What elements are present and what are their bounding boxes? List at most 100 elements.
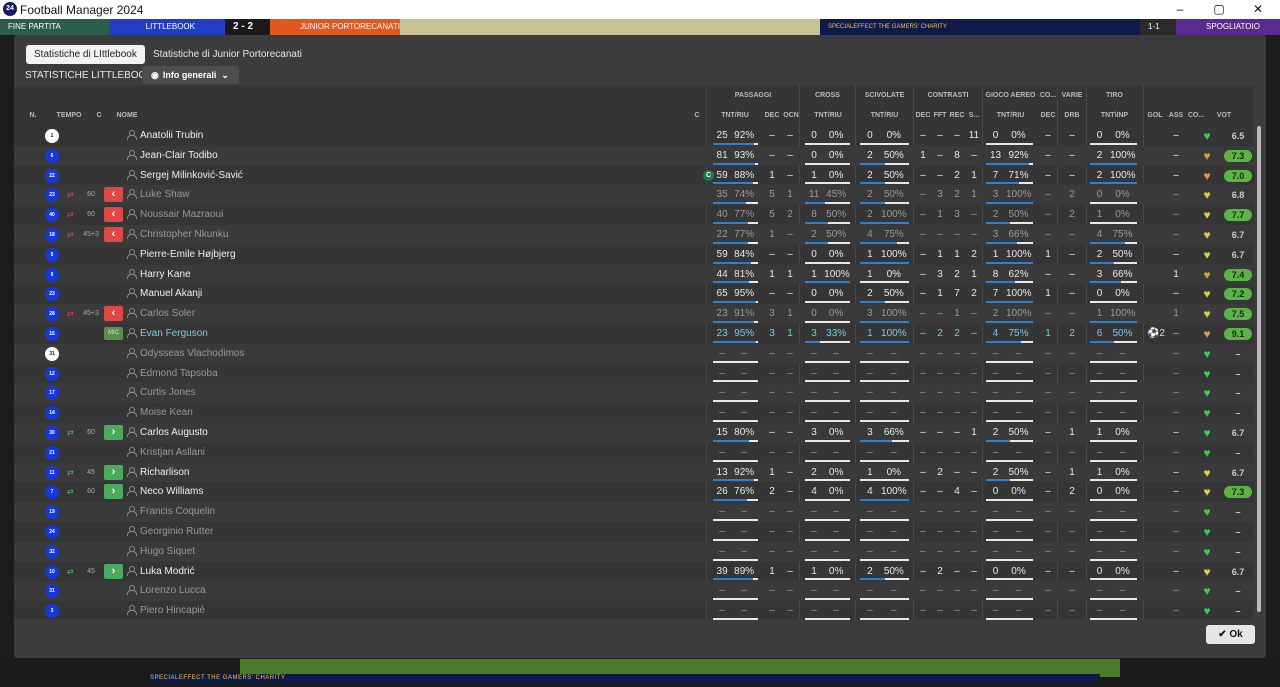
chevron-right-icon[interactable]: ›: [104, 464, 123, 480]
col-header-nome[interactable]: NOME: [112, 106, 142, 126]
goals: [1144, 522, 1168, 542]
player-name[interactable]: Anatolii Trubin: [127, 126, 203, 146]
table-row[interactable]: 28 ⇄ 45+3 ‹ Carlos Soler 23 91% 3 1 0 0% 3 100% – –1–2…: [14, 304, 1254, 324]
col-header-con-fft[interactable]: FFT: [931, 106, 949, 126]
col-header-con-s[interactable]: S...: [965, 106, 983, 126]
col-header-cross-tnt[interactable]: TNT/RIU: [801, 106, 855, 126]
col-header-c[interactable]: C: [94, 106, 104, 126]
chevron-right-icon[interactable]: ›: [104, 563, 123, 579]
player-name[interactable]: Luke Shaw: [127, 185, 189, 205]
group-header-passaggi: PASSAGGI: [734, 92, 772, 99]
col-header-co2[interactable]: CO...: [1186, 106, 1206, 126]
view-dropdown[interactable]: ◉ Info generali ⌄: [142, 66, 239, 84]
table-row[interactable]: 14 Moise Kean – – – – – – – – – – – – – – – – – – – ♥ –: [14, 403, 1254, 423]
minimize-button[interactable]: –: [1166, 1, 1194, 18]
table-row[interactable]: 9 Harry Kane 44 81% 1 1 1 100% 1 0% –3 2 1 8 62% – –3 66%…: [14, 264, 1254, 285]
player-name[interactable]: Carlos Augusto: [127, 423, 208, 443]
col-header-ass[interactable]: ASS: [1166, 106, 1186, 126]
chevron-left-icon[interactable]: ‹: [104, 227, 123, 242]
table-row[interactable]: 5 Pierre-Emile Højbjerg 59 84% – –0 0% 1 100% –1 1…: [14, 245, 1254, 265]
col-header-tiro-tnt[interactable]: TNT\INP: [1087, 106, 1142, 126]
shots-bar: [1090, 221, 1137, 224]
player-name[interactable]: Evan Ferguson: [127, 324, 208, 344]
chevron-right-icon[interactable]: ›: [104, 484, 123, 500]
player-name[interactable]: Luka Modrić: [127, 562, 194, 582]
player-name[interactable]: Hugo Siquet: [127, 542, 195, 562]
col-header-sciv-tnt[interactable]: TNT/RIU: [856, 106, 913, 126]
chevron-left-icon[interactable]: ‹: [104, 187, 123, 203]
ok-button[interactable]: ✔ Ok: [1206, 625, 1255, 644]
col-header-pass-ocn[interactable]: OCN: [781, 106, 801, 126]
col-header-vot[interactable]: VOT: [1214, 106, 1234, 126]
chevron-left-icon[interactable]: ‹: [104, 306, 123, 322]
table-row[interactable]: 1 Anatolii Trubin 25 92% – –0 0% 0 0% – – –11 0 0% – –0…: [14, 126, 1254, 146]
shots-bar-fill: [1090, 320, 1137, 323]
player-name[interactable]: Kristjan Asllani: [127, 443, 205, 463]
table-row[interactable]: 31 Lorenzo Lucca – – – – – – – – – – – – – – – – – – – ♥ –: [14, 581, 1254, 602]
table-row[interactable]: 24 Georginio Rutter – – – – – – – – – – – – – – – – – – – ♥ –: [14, 522, 1254, 542]
player-name[interactable]: Pierre-Emile Højbjerg: [127, 245, 236, 265]
scrollbar[interactable]: [1257, 126, 1261, 612]
player-name[interactable]: Noussair Mazraoui: [127, 205, 223, 225]
player-name[interactable]: Jean-Clair Todibo: [127, 146, 218, 166]
player-name[interactable]: Lorenzo Lucca: [127, 581, 206, 601]
col-header-pass-dec[interactable]: DEC: [762, 106, 782, 126]
tab-littlebook-stats[interactable]: Statistiche di LIttlebook: [26, 45, 145, 64]
pass-bar-fill: [713, 182, 753, 185]
player-name[interactable]: Piero Hincapié: [127, 601, 205, 621]
player-name[interactable]: Odysseas Vlachodimos: [127, 344, 245, 364]
col-header-captain[interactable]: C: [692, 106, 702, 126]
col-header-gol[interactable]: GOL: [1144, 106, 1166, 126]
table-row[interactable]: 23 Manuel Akanji 65 95% – –0 0% 2 50% –1 7 2 7 100% 1–…: [14, 284, 1254, 304]
tab-opponent-stats[interactable]: Statistiche di Junior Portorecanati: [145, 45, 310, 64]
table-row[interactable]: 32 Hugo Siquet – – – – – – – – – – – – – – – – – – – ♥ –: [14, 541, 1254, 562]
table-row[interactable]: 7 ⇄ 60 › Neco Williams 26 76% 2–4 0% 4 100% – –4–0 0%…: [14, 482, 1254, 502]
player-name[interactable]: Moise Kean: [127, 403, 193, 423]
player-name[interactable]: Neco Williams: [127, 482, 203, 502]
player-name[interactable]: Harry Kane: [127, 265, 191, 285]
col-header-number[interactable]: N.: [26, 106, 40, 126]
table-row[interactable]: 30 ⇄ 60 › Carlos Augusto 15 80% – –3 0% 3 66% – – –1 2 5…: [14, 423, 1254, 443]
con-rec: –: [954, 545, 960, 557]
table-row[interactable]: 22 Sergej Milinković-Savić C 59 88% 1–1 0% 2 50%…: [14, 166, 1254, 186]
close-button[interactable]: ✕: [1244, 1, 1272, 18]
table-row[interactable]: 6 Jean-Clair Todibo 81 93% – –0 0% 2 50% 1–8–13 92…: [14, 145, 1254, 166]
table-row[interactable]: 12 Edmond Tapsoba – – – – – – – – – – – – – – – – – – – ♥ –: [14, 364, 1254, 384]
maximize-button[interactable]: ▢: [1205, 1, 1233, 18]
player-name[interactable]: Manuel Akanji: [127, 284, 202, 304]
table-row[interactable]: 19 Francis Coquelin – – – – – – – – – – – – – – – – – – – ♥ –: [14, 502, 1254, 522]
col-header-tempo[interactable]: TEMPO: [54, 106, 84, 126]
col-header-co-dec[interactable]: DEC: [1038, 106, 1058, 126]
table-row[interactable]: 3 Piero Hincapié – – – – – – – – – – – – – – – – – – – ♥ –: [14, 601, 1254, 621]
col-header-con-dec[interactable]: DEC: [913, 106, 933, 126]
chevron-right-icon[interactable]: ›: [104, 425, 123, 440]
table-row[interactable]: 15 MIC Evan Ferguson 23 95% 3 1 3 33% 1 100% –2 2–4 7…: [14, 324, 1254, 344]
player-name[interactable]: Edmond Tapsoba: [127, 364, 218, 384]
table-row[interactable]: 23 ⇄ 60 ‹ Luke Shaw 35 74% 5 1 11 45% 2 50% –3 2 1 3 100%…: [14, 185, 1254, 206]
end-match-label[interactable]: FINE PARTITA: [0, 19, 110, 35]
table-row[interactable]: 31 Odysseas Vlachodimos – – – – – – – – – – – – – – – – – –…: [14, 343, 1254, 364]
chevron-left-icon[interactable]: ‹: [104, 207, 123, 223]
player-name[interactable]: Francis Coquelin: [127, 502, 215, 522]
dressing-room-button[interactable]: SPOGLIATOIO: [1176, 19, 1280, 35]
assists: –: [1173, 209, 1179, 221]
player-name[interactable]: Sergej Milinković-Savić: [127, 166, 243, 186]
col-header-aer-tnt[interactable]: TNT/RIU: [983, 106, 1038, 126]
col-header-con-rec[interactable]: REC: [948, 106, 966, 126]
table-row[interactable]: 11 ⇄ 45 › Richarlison 13 92% 1–2 0% 1 0% –2– –2 50% –1…: [14, 462, 1254, 483]
table-row[interactable]: 18 ⇄ 45+3 ‹ Christopher Nkunku 22 77% 1–2 50% 4 75…: [14, 225, 1254, 245]
table-row[interactable]: 40 ⇄ 60 ‹ Noussair Mazraoui 40 77% 5 2 8 50% 2 100% –…: [14, 205, 1254, 225]
table-row[interactable]: 21 Kristjan Asllani – – – – – – – – – – – – – – – – – – – ♥ –: [14, 443, 1254, 463]
con-s: –: [971, 486, 977, 498]
col-header-drb[interactable]: DRB: [1058, 106, 1086, 126]
shots-bar: [1090, 162, 1137, 165]
player-name[interactable]: Christopher Nkunku: [127, 225, 228, 245]
player-name[interactable]: Curtis Jones: [127, 383, 196, 403]
player-name[interactable]: Richarlison: [127, 463, 189, 483]
table-row[interactable]: 17 Curtis Jones – – – – – – – – – – – – – – – – – – – ♥ –: [14, 383, 1254, 404]
player-name[interactable]: Carlos Soler: [127, 304, 195, 324]
col-header-pass-tnt[interactable]: TNT/RIU: [710, 106, 760, 126]
assists: –: [1173, 427, 1179, 438]
player-name[interactable]: Georginio Rutter: [127, 522, 213, 542]
table-row[interactable]: 10 ⇄ 45 › Luka Modrić 39 89% 1–1 0% 2 50% –2– –0 0% – –…: [14, 562, 1254, 582]
